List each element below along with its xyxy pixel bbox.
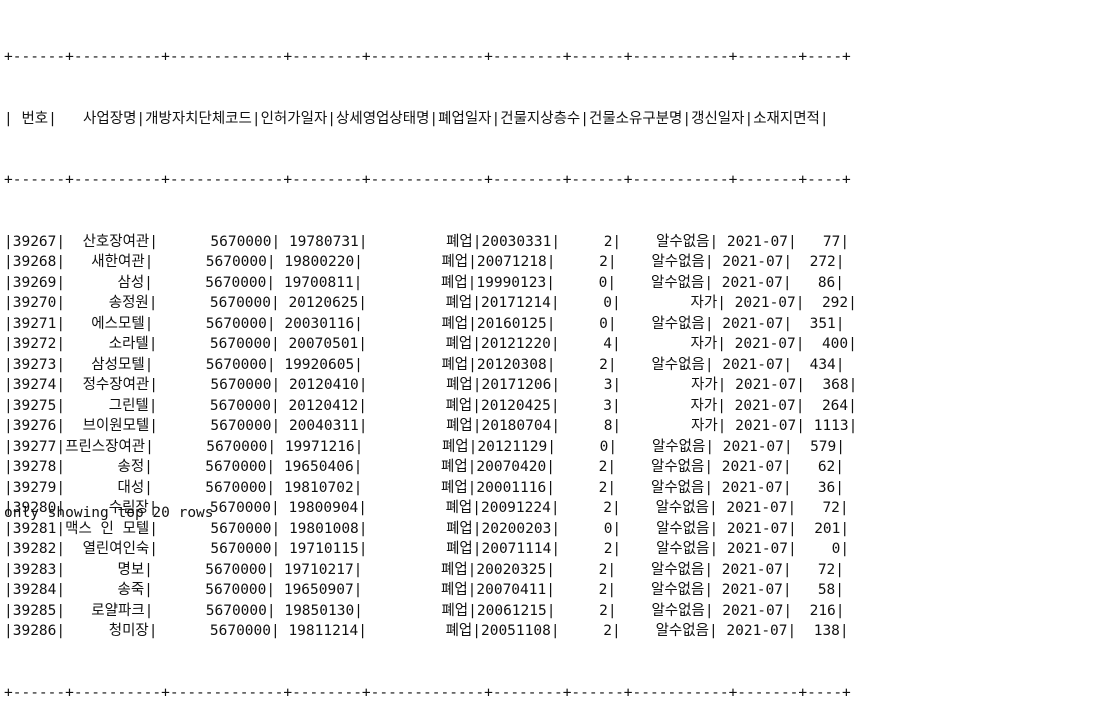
row-count-note: only showing top 20 rows (4, 505, 214, 521)
table-row: |39279| 대성| 5670000| 19810702| 폐업|200011… (4, 479, 845, 496)
table-bottom-border: +------+----------+-------------+-------… (4, 684, 851, 701)
table-row: |39282| 열린여인숙| 5670000| 19710115| 폐업|200… (4, 541, 850, 557)
table-row: |39275| 그린텔| 5670000| 20120412| 폐업|20120… (4, 397, 857, 414)
console-output: +------+----------+-------------+-------… (4, 6, 857, 724)
table-row: |39269| 삼성| 5670000| 19700811| 폐업|199901… (4, 274, 845, 291)
table-row: |39267| 산호장여관| 5670000| 19780731| 폐업|200… (4, 233, 850, 250)
table-row: |39270| 송정원| 5670000| 20120625| 폐업|20171… (4, 295, 857, 311)
table-row: |39278| 송정| 5670000| 19650406| 폐업|200704… (4, 459, 845, 475)
table-header-row: | 번호| 사업장명|개방자치단체코드|인허가일자|상세영업상태명|폐업일자|건… (4, 110, 829, 127)
table-row: |39272| 소라텔| 5670000| 20070501| 폐업|20121… (4, 336, 857, 352)
table-row: |39268| 새한여관| 5670000| 19800220| 폐업|2007… (4, 254, 845, 270)
table-row: |39285| 로얄파크| 5670000| 19850130| 폐업|2006… (4, 602, 845, 619)
table-row: |39277|프린스장여관| 5670000| 19971216| 폐업|201… (4, 438, 845, 455)
table-row: |39274| 정수장여관| 5670000| 20120410| 폐업|201… (4, 377, 858, 393)
table-row: |39286| 청미장| 5670000| 19811214| 폐업|20051… (4, 623, 849, 639)
table-top-border: +------+----------+-------------+-------… (4, 49, 851, 65)
table-row: |39283| 명보| 5670000| 19710217| 폐업|200203… (4, 561, 845, 578)
table-row: |39273| 삼성모텔| 5670000| 19920605| 폐업|2012… (4, 356, 845, 373)
table-row: |39276| 브이원모텔| 5670000| 20040311| 폐업|201… (4, 418, 858, 434)
table-body: |39267| 산호장여관| 5670000| 19780731| 폐업|200… (4, 232, 857, 642)
table-row: |39284| 송죽| 5670000| 19650907| 폐업|200704… (4, 582, 845, 598)
table-row: |39271| 에스모텔| 5670000| 20030116| 폐업|2016… (4, 315, 845, 332)
table-header-separator: +------+----------+-------------+-------… (4, 172, 851, 188)
